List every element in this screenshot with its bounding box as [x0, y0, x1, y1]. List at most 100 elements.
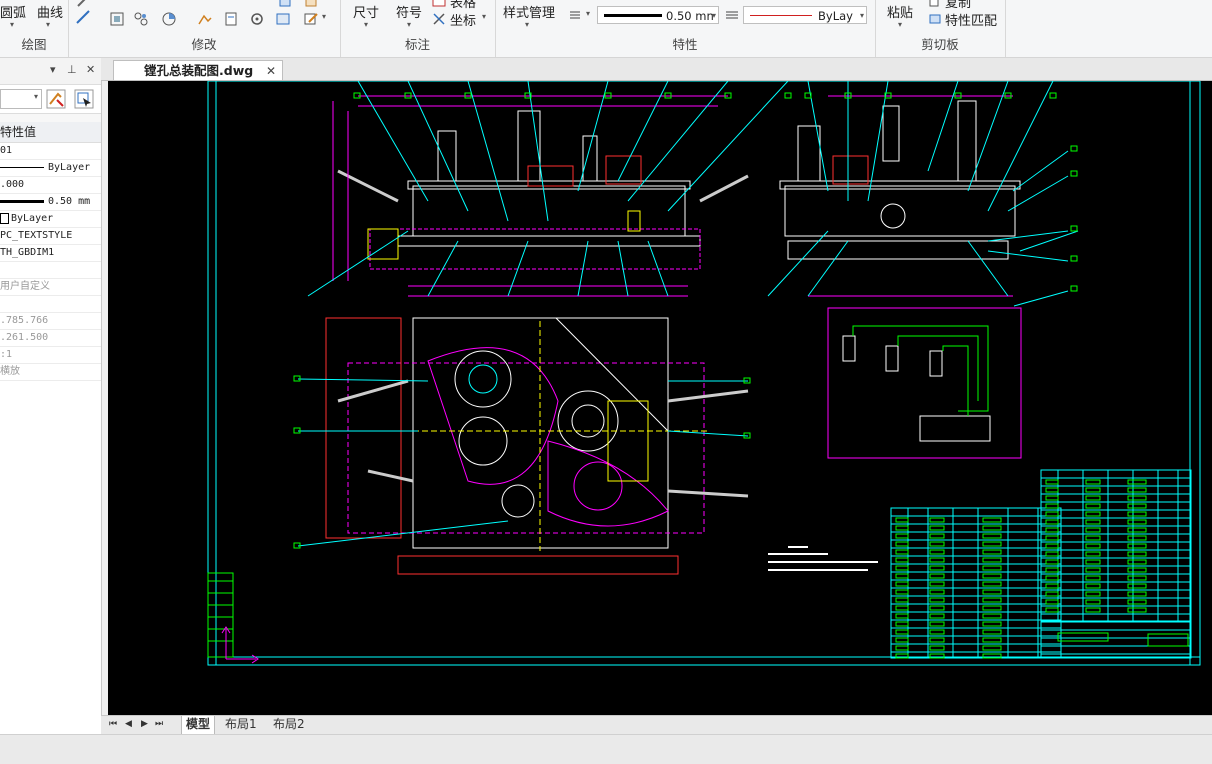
- tab-layout2[interactable]: 布局2: [273, 716, 305, 734]
- curve-dropdown-icon[interactable]: ▾: [46, 20, 50, 29]
- leader-line: [527, 81, 549, 222]
- callout-tag: [1049, 92, 1057, 99]
- coordinate-dropdown-icon[interactable]: ▾: [482, 12, 486, 21]
- cell-entry: [1127, 575, 1147, 581]
- paste-button[interactable]: 粘贴: [887, 2, 913, 21]
- drawing-canvas[interactable]: [108, 81, 1212, 715]
- cell-entry: [982, 629, 1002, 635]
- cell-entry: [982, 605, 1002, 611]
- cell-entry: [1085, 591, 1101, 597]
- properties-group: 样式管理 ▾ ▾ 0.50 mn ▾ ByLay ▾ 特性: [495, 0, 876, 57]
- front-view: [332, 95, 749, 297]
- match-properties-button[interactable]: 特性匹配: [945, 10, 997, 29]
- close-icon[interactable]: ✕: [86, 63, 95, 76]
- property-value: 用户自定义: [0, 281, 50, 292]
- select-objects-icon[interactable]: [74, 89, 94, 109]
- object-select[interactable]: ▾: [0, 89, 42, 109]
- leader-line: [807, 240, 849, 297]
- property-value: TH_GBDIM1: [0, 247, 55, 258]
- arc-dropdown-icon[interactable]: ▾: [10, 20, 14, 29]
- pencil-icon[interactable]: [76, 0, 90, 8]
- move-icon[interactable]: [278, 0, 292, 8]
- pin-icon[interactable]: ⊥: [67, 63, 77, 76]
- coordinate-button[interactable]: 坐标: [450, 10, 476, 29]
- property-row[interactable]: [0, 262, 101, 279]
- cell-entry: [1045, 511, 1059, 517]
- property-row[interactable]: .000: [0, 177, 101, 194]
- property-row[interactable]: 0.50 mm: [0, 194, 101, 211]
- cell-entry: [982, 517, 1002, 523]
- property-row[interactable]: .261.500: [0, 330, 101, 347]
- next-layout-icon[interactable]: ▶: [141, 716, 148, 734]
- property-row[interactable]: .785.766: [0, 313, 101, 330]
- first-layout-icon[interactable]: ⏮: [109, 716, 117, 734]
- line-icon[interactable]: [76, 10, 90, 24]
- left-strip: [207, 572, 234, 658]
- dimension-button[interactable]: 尺寸: [353, 2, 379, 21]
- cell-entry: [929, 565, 945, 571]
- stretch-icon[interactable]: [198, 12, 212, 26]
- arc-button[interactable]: 圆弧: [0, 2, 26, 21]
- callout-tag: [293, 375, 301, 382]
- tab-layout1[interactable]: 布局1: [225, 716, 257, 734]
- property-row[interactable]: :1: [0, 347, 101, 364]
- property-row[interactable]: 01: [0, 143, 101, 160]
- symbol-button[interactable]: 符号: [396, 2, 422, 21]
- style-manager-button[interactable]: 样式管理: [503, 2, 555, 21]
- style-manager-dropdown-icon[interactable]: ▾: [525, 20, 529, 29]
- copy-icon[interactable]: [928, 0, 942, 8]
- symbol-dropdown-icon[interactable]: ▾: [407, 20, 411, 29]
- coordinate-icon[interactable]: [432, 12, 446, 26]
- linetype-arrow-icon: ▾: [859, 11, 864, 20]
- property-row[interactable]: ByLayer: [0, 211, 101, 228]
- cell-entry: [1085, 551, 1101, 557]
- edit-icon[interactable]: [304, 12, 318, 26]
- rotate-icon[interactable]: [250, 12, 264, 26]
- curve-button[interactable]: 曲线: [37, 2, 63, 21]
- cell-entry: [982, 589, 1002, 595]
- cell-entry: [1127, 519, 1147, 525]
- quick-select-icon[interactable]: [46, 89, 66, 109]
- cad-drawing: [207, 81, 1201, 666]
- cell-entry: [1085, 535, 1101, 541]
- lineweight-preview: [604, 14, 662, 17]
- linetype-select[interactable]: ByLay ▾: [743, 6, 867, 24]
- document-tab[interactable]: 镗孔总装配图.dwg ✕: [113, 60, 283, 80]
- scale-icon[interactable]: [110, 12, 124, 26]
- property-row[interactable]: 横放: [0, 364, 101, 381]
- cell-entry: [1085, 479, 1101, 485]
- dimension-dropdown-icon[interactable]: ▾: [364, 20, 368, 29]
- image-icon[interactable]: [276, 12, 290, 26]
- property-row[interactable]: TH_GBDIM1: [0, 245, 101, 262]
- property-value: 横放: [0, 366, 20, 377]
- tab-model[interactable]: 模型: [181, 716, 216, 735]
- erase-icon[interactable]: [304, 0, 318, 8]
- cell-entry: [1085, 575, 1101, 581]
- last-layout-icon[interactable]: ⏭: [155, 716, 163, 734]
- cell-entry: [1045, 591, 1059, 597]
- array-icon[interactable]: [134, 12, 148, 26]
- list-dropdown-icon[interactable]: ▾: [586, 9, 590, 18]
- list-icon[interactable]: [568, 8, 582, 22]
- property-value: :1: [0, 349, 13, 360]
- title-block-entry: [1147, 633, 1189, 647]
- cell-entry: [895, 637, 909, 643]
- pie-icon[interactable]: [162, 12, 176, 26]
- property-row[interactable]: [0, 296, 101, 313]
- linetype-icon[interactable]: [725, 8, 739, 22]
- document-icon[interactable]: [224, 12, 238, 26]
- lineweight-sample: [0, 199, 44, 203]
- table-icon[interactable]: [432, 0, 446, 8]
- match-properties-icon[interactable]: [928, 12, 942, 26]
- modify-group: ▾ 修改: [68, 0, 341, 57]
- lineweight-select[interactable]: 0.50 mn ▾: [597, 6, 719, 24]
- prev-layout-icon[interactable]: ◀: [125, 716, 132, 734]
- panel-menu-icon[interactable]: ▾: [50, 63, 56, 76]
- paste-dropdown-icon[interactable]: ▾: [898, 20, 902, 29]
- property-row[interactable]: ByLayer: [0, 160, 101, 177]
- tab-close-icon[interactable]: ✕: [266, 61, 276, 81]
- cell-entry: [1045, 607, 1059, 613]
- edit-dropdown-icon[interactable]: ▾: [322, 12, 326, 21]
- property-row[interactable]: PC_TEXTSTYLE: [0, 228, 101, 245]
- property-row[interactable]: 用户自定义: [0, 279, 101, 296]
